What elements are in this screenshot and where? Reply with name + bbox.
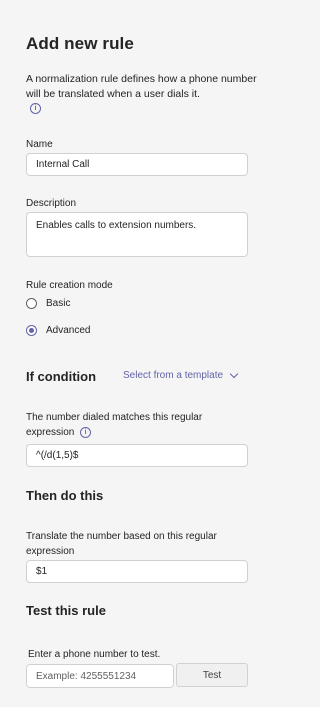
chevron-down-icon [229, 369, 239, 379]
test-number-input[interactable]: Example: 4255551234 [26, 664, 174, 688]
regex-input[interactable]: ^(/d(1,5)$ [26, 444, 248, 467]
if-condition-heading: If condition [26, 369, 97, 384]
radio-advanced-label: Advanced [46, 325, 91, 336]
regex-label-text: The number dialed matches this regular e… [26, 412, 203, 438]
radio-advanced-circle[interactable] [26, 325, 37, 336]
test-rule-heading: Test this rule [26, 603, 106, 618]
rule-description-text: A normalization rule defines how a phone… [26, 72, 258, 114]
description-textarea-value: Enables calls to extension numbers. [36, 220, 197, 231]
translate-label: Translate the number based on this regul… [26, 531, 217, 557]
select-template-dropdown[interactable]: Select from a template [123, 369, 239, 381]
rule-creation-mode-label: Rule creation mode [26, 280, 113, 291]
add-rule-panel: Add new rule A normalization rule define… [0, 0, 271, 707]
test-prompt: Enter a phone number to test. [28, 649, 161, 660]
description-text: A normalization rule defines how a phone… [26, 73, 257, 100]
select-template-label: Select from a template [123, 370, 224, 381]
name-label: Name [26, 139, 53, 150]
description-label: Description [26, 198, 77, 209]
radio-basic-label: Basic [46, 298, 71, 309]
description-textarea[interactable]: Enables calls to extension numbers. [26, 212, 248, 257]
page-title: Add new rule [26, 34, 134, 53]
test-number-placeholder: Example: 4255551234 [36, 670, 137, 682]
name-input-value: Internal Call [36, 159, 90, 170]
translate-input-value: $1 [36, 566, 48, 577]
radio-basic[interactable]: Basic [26, 298, 70, 309]
translate-input[interactable]: $1 [26, 560, 248, 583]
radio-advanced[interactable]: Advanced [26, 325, 90, 336]
then-do-this-heading: Then do this [26, 488, 104, 503]
radio-basic-circle[interactable] [26, 298, 37, 309]
regex-label: The number dialed matches this regular e… [26, 410, 248, 440]
info-icon[interactable]: i [30, 103, 41, 114]
regex-input-value: ^(/d(1,5)$ [36, 450, 79, 461]
info-icon[interactable]: i [80, 426, 92, 438]
test-button[interactable]: Test [176, 663, 248, 687]
name-input[interactable]: Internal Call [26, 153, 248, 176]
